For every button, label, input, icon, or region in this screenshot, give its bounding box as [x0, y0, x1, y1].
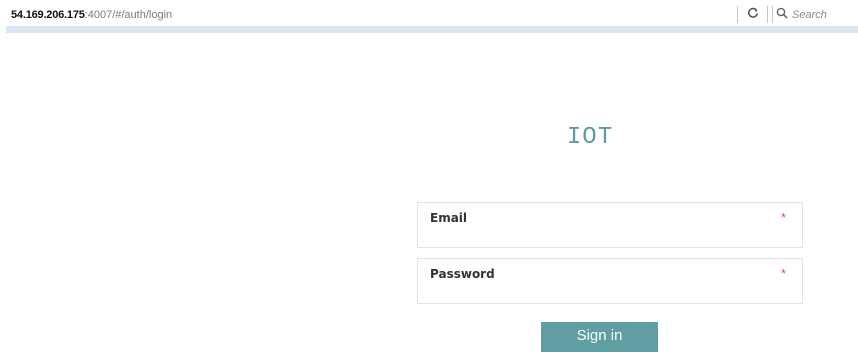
email-required-marker: * — [780, 210, 786, 225]
password-field[interactable]: Password * — [417, 258, 803, 304]
reload-icon — [747, 6, 759, 24]
url-host: 54.169.206.175 — [11, 9, 85, 21]
toolbar-shade — [6, 26, 858, 33]
url-text: 54.169.206.175:4007/#/auth/login — [11, 9, 172, 21]
app-title: IOT — [566, 124, 614, 151]
email-label: Email — [430, 211, 468, 225]
search-input[interactable]: Search — [776, 6, 855, 24]
email-field[interactable]: Email * — [417, 202, 803, 248]
url-path: :4007/#/auth/login — [84, 9, 173, 21]
password-required-marker: * — [780, 266, 786, 281]
toolbar-divider — [772, 6, 773, 23]
browser-toolbar: 54.169.206.175:4007/#/auth/login Search — [0, 0, 858, 33]
search-placeholder: Search — [792, 9, 827, 21]
toolbar-divider — [737, 6, 738, 23]
address-bar[interactable]: 54.169.206.175:4007/#/auth/login Search — [6, 3, 858, 27]
reload-button[interactable] — [744, 6, 762, 24]
magnifier-icon — [776, 6, 788, 24]
password-label: Password — [430, 267, 495, 281]
sign-in-button[interactable]: Sign in — [541, 322, 658, 352]
toolbar-divider — [767, 6, 768, 23]
